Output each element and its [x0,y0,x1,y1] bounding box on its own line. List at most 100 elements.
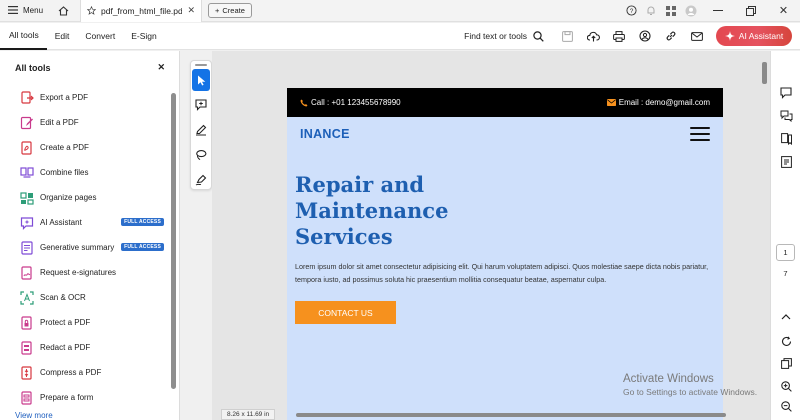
tool-compress-a-pdf[interactable]: Compress a PDF [0,360,170,385]
zoom-out-button[interactable] [771,396,800,416]
envelope-icon [606,99,616,106]
horizontal-scrollbar[interactable] [296,413,726,417]
zoom-out-icon [780,400,792,412]
close-tab-icon[interactable]: ✕ [187,5,195,16]
document-viewport[interactable]: Call : +01 123455678990 Email : demo@gma… [212,51,770,420]
account-avatar-icon[interactable] [681,0,701,22]
tool-label: Redact a PDF [40,343,91,352]
watermark-line-2: Go to Settings to activate Windows. [623,387,758,397]
tool-ai-assistant[interactable]: AI Assistant FULL ACCESS [0,210,170,235]
highlight-tool-button[interactable] [191,119,211,141]
upload-button[interactable] [580,23,606,50]
create-pdf-icon [20,140,34,155]
tool-scan-ocr[interactable]: Scan & OCR [0,285,170,310]
ai-sparkle-icon [724,31,735,41]
tool-label: Export a PDF [40,93,89,102]
comments-panel-button[interactable] [771,83,800,103]
refresh-icon [781,335,791,346]
tool-request-e-signatures[interactable]: Request e-signatures [0,260,170,285]
select-tool-button[interactable] [192,69,210,91]
main-toolbar: All tools Edit Convert E-Sign Find text … [0,23,800,50]
tool-export-a-pdf[interactable]: Export a PDF [0,85,170,110]
tool-label: Request e-signatures [40,268,117,277]
home-button[interactable] [52,0,74,22]
menu-convert[interactable]: Convert [77,23,123,50]
create-button[interactable]: + Create [208,3,252,18]
print-button[interactable] [606,23,632,50]
add-comment-icon [195,99,207,111]
menu-edit[interactable]: Edit [47,23,78,50]
tool-combine-files[interactable]: Combine files [0,160,170,185]
help-icon[interactable]: ? [621,0,641,22]
request-esignatures-icon [20,265,34,280]
pdf-page: Call : +01 123455678990 Email : demo@gma… [287,88,723,420]
home-icon [58,5,68,16]
view-more-link[interactable]: View more [15,411,53,420]
star-icon[interactable] [87,6,96,15]
tool-organize-pages[interactable]: Organize pages [0,185,170,210]
zoom-in-icon [780,380,792,392]
tool-label: Prepare a form [40,393,94,402]
generative-summary-icon [20,240,34,255]
share-button[interactable] [632,23,658,50]
find-tools-search[interactable]: Find text or tools [464,30,544,42]
document-tab[interactable]: pdf_from_html_file.pdf ✕ [80,0,202,22]
search-icon [533,30,544,42]
comment-tool-button[interactable] [191,94,211,116]
email-button[interactable] [684,23,710,50]
menu-all-tools[interactable]: All tools [0,23,47,50]
fill-sign-tool-button[interactable] [191,169,211,191]
ai-chat-button[interactable] [771,106,800,126]
fit-page-button[interactable] [771,353,800,373]
page-thumbnails-button[interactable] [771,152,800,172]
scroll-up-button[interactable] [771,306,800,326]
zoom-in-button[interactable] [771,376,800,396]
quick-tools-bar [190,60,212,190]
refresh-button[interactable] [771,331,800,351]
email-text: Email : demo@gmail.com [618,98,710,107]
activate-windows-watermark: Activate Windows Go to Settings to activ… [623,373,757,399]
menu-esign[interactable]: E-Sign [123,23,165,50]
bookmarks-button[interactable] [771,129,800,149]
protect-pdf-icon [20,315,34,330]
tool-edit-a-pdf[interactable]: Edit a PDF [0,110,170,135]
pen-sign-icon [195,174,207,186]
vertical-scrollbar-thumb[interactable] [762,62,767,84]
close-panel-icon[interactable]: ✕ [157,62,165,73]
plus-icon: + [215,6,220,15]
tool-protect-a-pdf[interactable]: Protect a PDF [0,310,170,335]
save-button[interactable] [554,23,580,50]
draw-tool-button[interactable] [191,144,211,166]
tool-prepare-a-form[interactable]: Prepare a form [0,385,170,410]
ai-assistant-button[interactable]: AI Assistant [716,26,792,46]
tool-generative-summary[interactable]: Generative summary FULL ACCESS [0,235,170,260]
redact-pdf-icon [20,340,34,355]
link-icon [666,31,676,41]
chat-bubbles-icon [780,110,792,122]
brand-logo: INANCE [300,126,350,141]
email-icon [691,31,703,41]
panel-scrollbar[interactable] [171,93,176,389]
tool-redact-a-pdf[interactable]: Redact a PDF [0,335,170,360]
phone-icon [300,99,308,106]
comment-icon [780,87,792,99]
grip-handle[interactable] [195,64,207,66]
close-window-button[interactable]: ✕ [767,0,800,22]
page-number-input[interactable]: 1 [776,244,795,261]
restore-button[interactable] [734,0,767,22]
export-pdf-icon [20,90,34,105]
page-size-label: 8.26 x 11.69 in [221,409,276,420]
menu-button[interactable]: Menu [0,0,52,22]
apps-grid-icon[interactable] [661,0,681,22]
notifications-icon[interactable] [641,0,661,22]
tool-label: Protect a PDF [40,318,91,327]
panel-title: All tools [15,62,51,73]
chevron-up-icon [781,313,791,319]
compress-pdf-icon [20,365,34,380]
link-button[interactable] [658,23,684,50]
tool-create-a-pdf[interactable]: Create a PDF [0,135,170,160]
minimize-button[interactable] [701,0,734,22]
vertical-scroll-track[interactable] [760,51,770,420]
watermark-line-1: Activate Windows [623,373,714,385]
find-label: Find text or tools [464,31,527,41]
